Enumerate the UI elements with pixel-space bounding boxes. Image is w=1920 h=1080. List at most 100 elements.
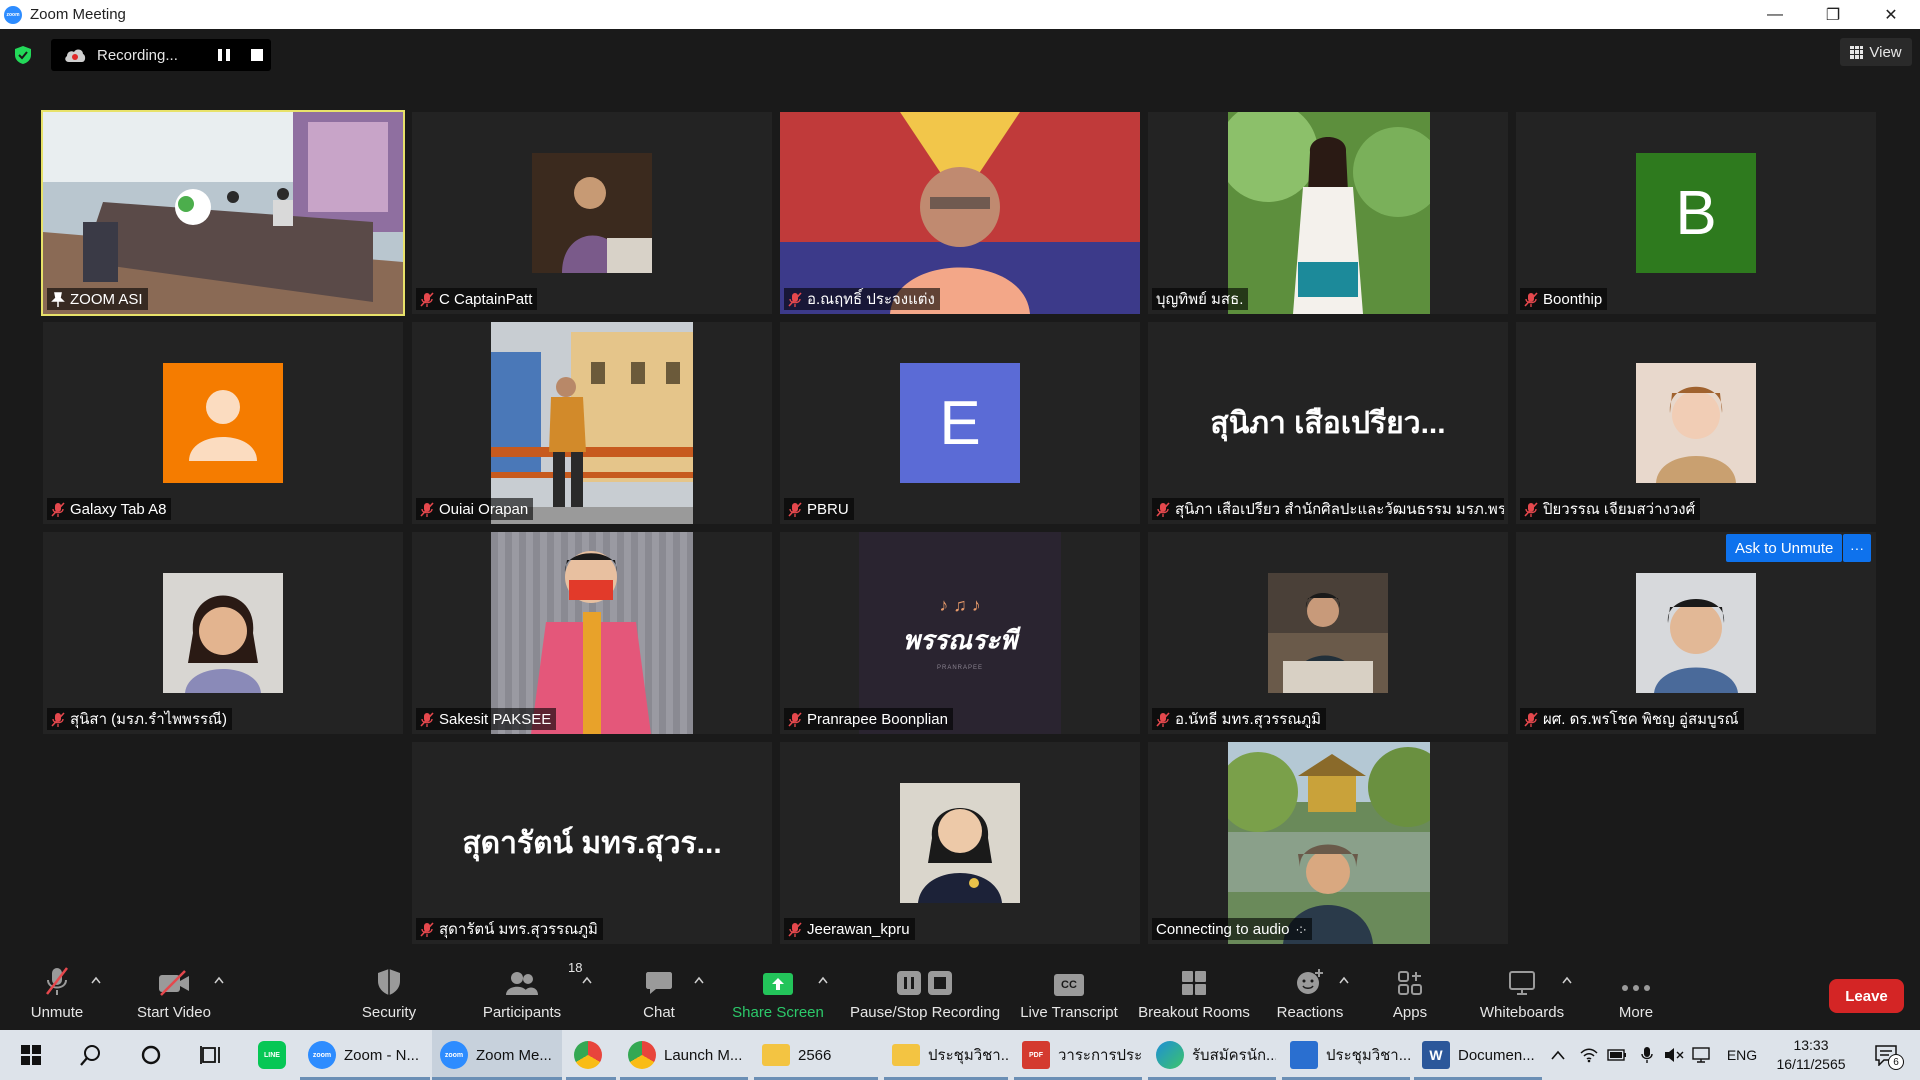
chevron-up-icon[interactable]	[1562, 976, 1572, 984]
taskbar-app-label: วาระการประ...	[1058, 1047, 1142, 1064]
participant-name: บุญทิพย์ มสธ.	[1156, 291, 1244, 308]
participant-photo	[491, 532, 693, 734]
video-tile[interactable]: ZOOM ASI	[41, 110, 405, 316]
title-bar: zoom Zoom Meeting — ❐ ✕	[0, 0, 1920, 29]
participant-video	[780, 112, 1140, 314]
taskbar-app-pdf[interactable]: PDF วาระการประ...	[1014, 1030, 1142, 1080]
taskbar-app-zoom-meeting[interactable]: zoom Zoom Me...	[432, 1030, 562, 1080]
pause-recording-button[interactable]	[218, 49, 230, 61]
taskbar-app-word[interactable]: W Documen...	[1414, 1030, 1542, 1080]
video-tile[interactable]: Connecting to audio ·:·	[1148, 742, 1508, 944]
live-transcript-label: Live Transcript	[1020, 1004, 1118, 1021]
whiteboards-button[interactable]: Whiteboards	[1474, 958, 1570, 1030]
chevron-up-icon	[1551, 1050, 1565, 1060]
task-view-button[interactable]	[194, 1030, 228, 1080]
start-button[interactable]	[14, 1030, 48, 1080]
tile-more-button[interactable]: ···	[1843, 534, 1871, 562]
video-tile[interactable]: Sakesit PAKSEE	[412, 532, 772, 734]
display-tray-button[interactable]	[1690, 1030, 1712, 1080]
participant-name: ผศ. ดร.พรโชค พิชญ อู่สมบูรณ์	[1543, 711, 1739, 728]
zoom-app-icon: zoom	[308, 1041, 336, 1069]
reactions-button[interactable]: Reactions	[1272, 958, 1348, 1030]
video-tile[interactable]: สุนิภา เสือเปรียว... สุนิภา เสือเปรียว ส…	[1148, 322, 1508, 524]
live-transcript-button[interactable]: CC Live Transcript	[1018, 958, 1120, 1030]
participant-photo	[491, 322, 693, 524]
stop-recording-button[interactable]	[251, 49, 263, 61]
video-tile[interactable]: Ouiai Orapan	[412, 322, 772, 524]
participant-name-tag: บุญทิพย์ มสธ.	[1152, 288, 1249, 310]
participant-photo	[1228, 112, 1430, 314]
volume-button[interactable]	[1662, 1030, 1686, 1080]
taskbar-app-edge[interactable]: รับสมัครนัก...	[1148, 1030, 1276, 1080]
video-tile[interactable]: อ.ณฤทธิ์ ประจงแต่ง	[780, 112, 1140, 314]
share-screen-button[interactable]: Share Screen	[728, 958, 828, 1030]
pdf-icon: PDF	[1022, 1041, 1050, 1069]
taskbar-app-photos[interactable]: ประชุมวิชา...	[1282, 1030, 1410, 1080]
minimize-button[interactable]: —	[1746, 0, 1804, 29]
search-button[interactable]	[74, 1030, 108, 1080]
video-tile[interactable]: ปิยวรรณ เจียมสว่างวงศ์	[1516, 322, 1876, 524]
participant-photo	[900, 783, 1020, 903]
video-tile[interactable]: Jeerawan_kpru	[780, 742, 1140, 944]
volume-muted-icon	[1665, 1048, 1684, 1062]
participant-name-tag: สุนิสา (มรภ.รำไพพรรณี)	[47, 708, 232, 730]
chevron-up-icon[interactable]	[694, 976, 704, 984]
participant-name: Galaxy Tab A8	[70, 500, 167, 518]
microphone-tray-button[interactable]	[1636, 1030, 1658, 1080]
restore-button[interactable]: ❐	[1804, 0, 1862, 29]
chevron-up-icon[interactable]	[1339, 976, 1349, 984]
video-tile[interactable]: สุดารัตน์ มทร.สุวร... สุดารัตน์ มทร.สุวร…	[412, 742, 772, 944]
chat-label: Chat	[643, 1004, 675, 1021]
tray-overflow-button[interactable]	[1548, 1030, 1568, 1080]
chevron-up-icon[interactable]	[818, 976, 828, 984]
taskbar-app-folder-meeting[interactable]: ประชุมวิชา...	[884, 1030, 1008, 1080]
taskbar-app-launch[interactable]: Launch M...	[620, 1030, 748, 1080]
video-tile[interactable]: Galaxy Tab A8	[43, 322, 403, 524]
participant-name: อ.นัทธี มทร.สุวรรณภูมิ	[1175, 711, 1322, 728]
security-button[interactable]: Security	[352, 958, 426, 1030]
zoom-logo-icon: zoom	[4, 5, 22, 24]
taskbar-app-chrome[interactable]	[566, 1030, 616, 1080]
close-button[interactable]: ✕	[1862, 0, 1920, 29]
video-tile[interactable]: อ.นัทธี มทร.สุวรรณภูมิ	[1148, 532, 1508, 734]
ask-to-unmute-button[interactable]: Ask to Unmute	[1726, 534, 1843, 562]
encryption-shield-icon[interactable]	[14, 45, 32, 65]
start-video-button[interactable]: Start Video	[128, 958, 220, 1030]
notifications-button[interactable]: 6	[1866, 1030, 1906, 1080]
chat-button[interactable]: Chat	[636, 958, 682, 1030]
video-tile[interactable]: C CaptainPatt	[412, 112, 772, 314]
participants-button[interactable]: 18 Participants	[478, 958, 583, 1030]
folder-icon	[892, 1044, 920, 1066]
view-button[interactable]: View	[1840, 38, 1912, 66]
participant-name: Connecting to audio	[1156, 920, 1290, 938]
video-tile[interactable]: ♪ ♫ ♪ พรรณระพี PRANRAPEE Pranrapee Boonp…	[780, 532, 1140, 734]
taskbar-app-folder-2566[interactable]: 2566	[754, 1030, 878, 1080]
cortana-button[interactable]	[134, 1030, 168, 1080]
participant-name: สุนิภา เสือเปรียว สำนักศิลปะและวัฒนธรรม …	[1175, 501, 1504, 518]
unmute-button[interactable]: Unmute	[18, 958, 96, 1030]
participant-name-tag: Boonthip	[1520, 288, 1608, 310]
chevron-up-icon[interactable]	[582, 976, 592, 984]
video-tile[interactable]: บุญทิพย์ มสธ.	[1148, 112, 1508, 314]
participant-photo	[1228, 742, 1430, 944]
input-language-button[interactable]: ENG	[1722, 1030, 1762, 1080]
battery-button[interactable]	[1606, 1030, 1628, 1080]
chevron-up-icon[interactable]	[91, 976, 101, 984]
leave-button[interactable]: Leave	[1829, 979, 1904, 1013]
more-button[interactable]: More	[1614, 958, 1658, 1030]
video-tile[interactable]: ผศ. ดร.พรโชค พิชญ อู่สมบูรณ์	[1516, 532, 1876, 734]
taskbar-app-line[interactable]: LINE	[250, 1030, 294, 1080]
taskbar-app-zoom[interactable]: zoom Zoom - N...	[300, 1030, 430, 1080]
apps-button[interactable]: Apps	[1388, 958, 1432, 1030]
pause-stop-recording-button[interactable]: Pause/Stop Recording	[846, 958, 1004, 1030]
video-tile[interactable]: B Boonthip	[1516, 112, 1876, 314]
network-button[interactable]	[1578, 1030, 1600, 1080]
chevron-up-icon[interactable]	[214, 976, 224, 984]
video-tile[interactable]: สุนิสา (มรภ.รำไพพรรณี)	[43, 532, 403, 734]
video-tile[interactable]: E PBRU	[780, 322, 1140, 524]
grid-icon	[1850, 45, 1864, 59]
breakout-rooms-button[interactable]: Breakout Rooms	[1136, 958, 1252, 1030]
participant-name: PBRU	[807, 500, 849, 518]
system-clock[interactable]: 13:33 16/11/2565	[1766, 1036, 1856, 1074]
pin-icon	[51, 291, 65, 307]
